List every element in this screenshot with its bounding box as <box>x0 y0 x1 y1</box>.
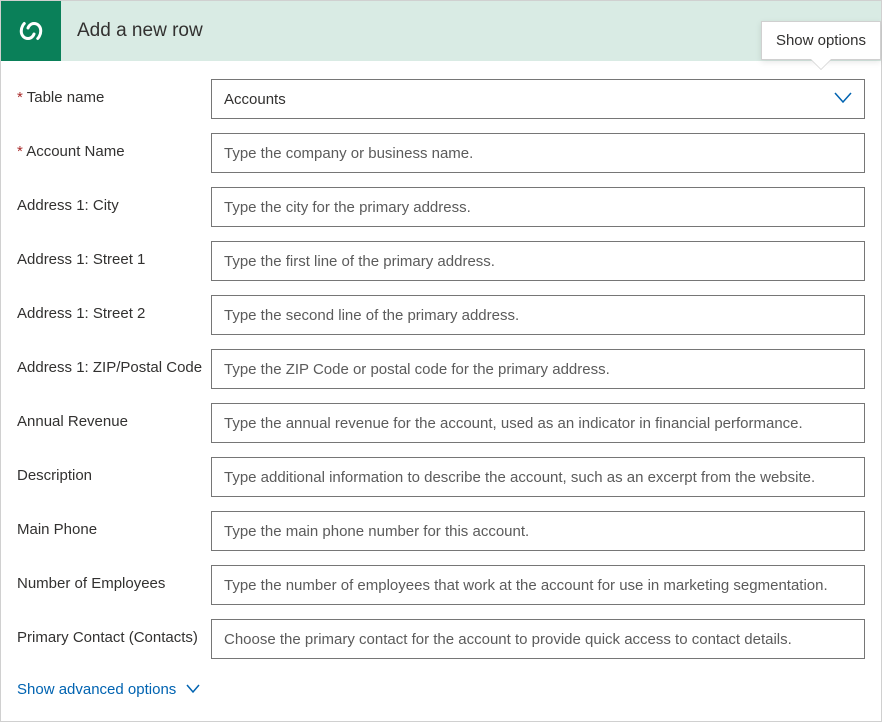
address-city-input[interactable] <box>211 187 865 227</box>
card-header: Add a new row Show options <box>1 1 881 61</box>
table-name-select[interactable]: Accounts <box>211 79 865 119</box>
primary-contact-label: Primary Contact (Contacts) <box>17 619 211 648</box>
number-employees-label: Number of Employees <box>17 565 211 594</box>
address-street1-label: Address 1: Street 1 <box>17 241 211 270</box>
number-employees-input[interactable] <box>211 565 865 605</box>
table-name-label: Table name <box>17 79 211 108</box>
annual-revenue-input[interactable] <box>211 403 865 443</box>
chevron-down-icon <box>186 681 200 698</box>
main-phone-input[interactable] <box>211 511 865 551</box>
description-label: Description <box>17 457 211 486</box>
address-street1-input[interactable] <box>211 241 865 281</box>
address-city-label: Address 1: City <box>17 187 211 216</box>
show-advanced-options-button[interactable]: Show advanced options <box>17 681 200 698</box>
dataverse-icon <box>1 1 61 61</box>
show-options-button[interactable]: Show options <box>761 21 881 60</box>
form: Table name Accounts Account Name Address… <box>1 61 881 714</box>
account-name-label: Account Name <box>17 133 211 162</box>
description-input[interactable] <box>211 457 865 497</box>
account-name-input[interactable] <box>211 133 865 173</box>
address-zip-input[interactable] <box>211 349 865 389</box>
chevron-down-icon <box>834 91 852 108</box>
primary-contact-input[interactable] <box>211 619 865 659</box>
main-phone-label: Main Phone <box>17 511 211 540</box>
show-advanced-options-label: Show advanced options <box>17 681 176 698</box>
address-zip-label: Address 1: ZIP/Postal Code <box>17 349 211 378</box>
page-title: Add a new row <box>77 20 203 42</box>
annual-revenue-label: Annual Revenue <box>17 403 211 432</box>
address-street2-input[interactable] <box>211 295 865 335</box>
table-name-value: Accounts <box>224 91 286 108</box>
address-street2-label: Address 1: Street 2 <box>17 295 211 324</box>
